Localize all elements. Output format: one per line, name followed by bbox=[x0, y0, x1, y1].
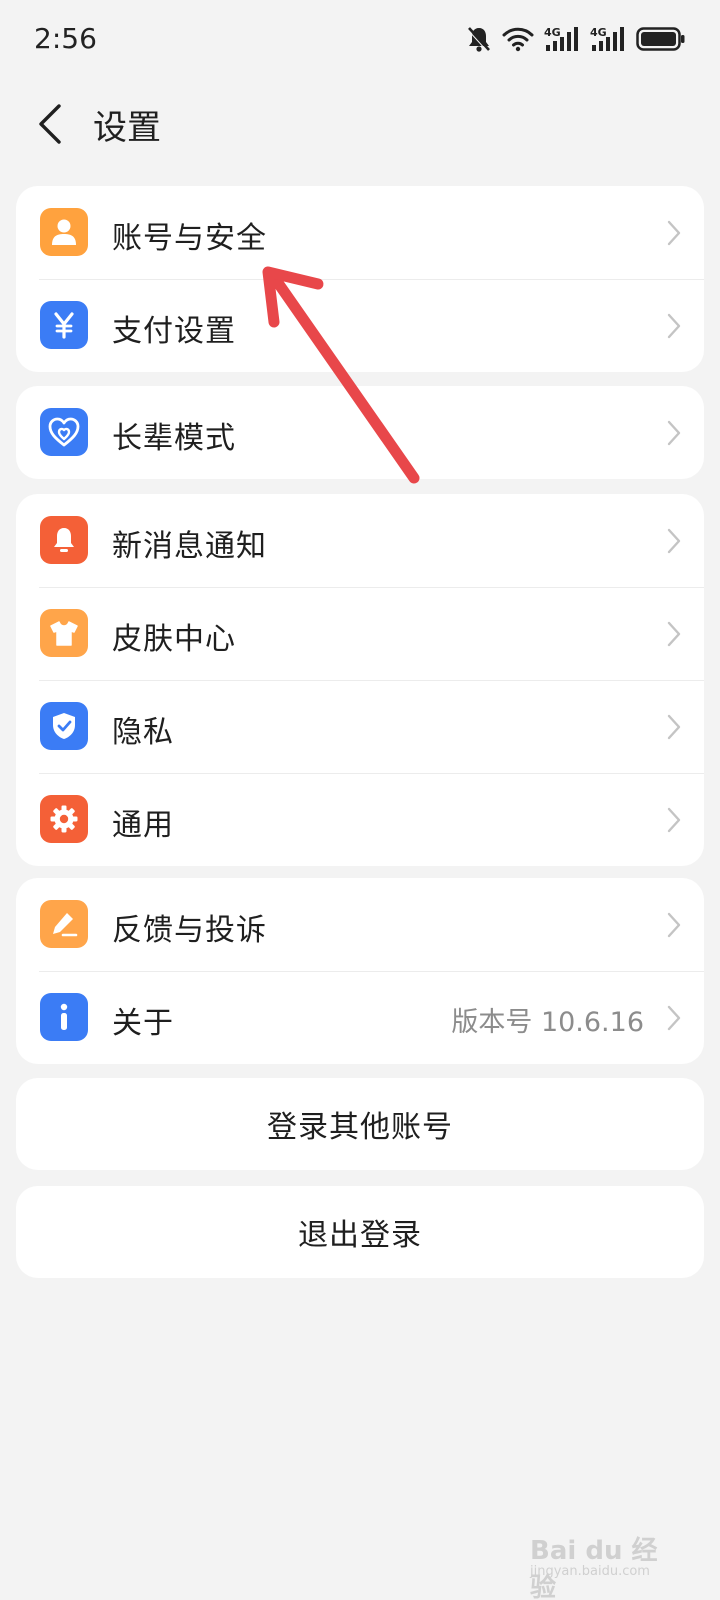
settings-item-label: 账号与安全 bbox=[112, 221, 267, 256]
settings-item-label: 关于 bbox=[112, 1006, 174, 1041]
settings-item-skin-center[interactable]: 皮肤中心 bbox=[16, 587, 704, 680]
watermark-logo: Bai du 经验 jingyan.baidu.com bbox=[530, 1520, 670, 1600]
settings-item-feedback[interactable]: 反馈与投诉 bbox=[16, 878, 704, 971]
settings-item-label: 反馈与投诉 bbox=[112, 913, 267, 948]
settings-item-payment[interactable]: 支付设置 bbox=[16, 279, 704, 372]
shirt-icon bbox=[40, 609, 88, 657]
chevron-right-icon bbox=[667, 528, 681, 554]
heart-icon bbox=[40, 408, 88, 456]
status-bar: 2:56 4G 4G bbox=[0, 0, 720, 78]
status-icons: 4G 4G bbox=[466, 24, 686, 54]
chevron-right-icon bbox=[667, 313, 681, 339]
settings-item-label: 新消息通知 bbox=[112, 529, 267, 564]
chevron-right-icon bbox=[667, 1005, 681, 1031]
settings-group-account: 账号与安全 支付设置 bbox=[16, 186, 704, 372]
gear-icon bbox=[40, 795, 88, 843]
user-icon bbox=[40, 208, 88, 256]
shield-icon bbox=[40, 702, 88, 750]
header: 设置 bbox=[0, 78, 720, 170]
wifi-icon bbox=[502, 27, 534, 52]
info-icon bbox=[40, 993, 88, 1041]
settings-group-about: 反馈与投诉 关于 版本号 10.6.16 bbox=[16, 878, 704, 1064]
chevron-right-icon bbox=[667, 714, 681, 740]
settings-item-label: 支付设置 bbox=[112, 314, 236, 349]
watermark-url: jingyan.baidu.com bbox=[530, 1564, 650, 1579]
settings-item-privacy[interactable]: 隐私 bbox=[16, 680, 704, 773]
page-title: 设置 bbox=[93, 108, 161, 148]
signal-4g-icon-1: 4G bbox=[544, 26, 578, 51]
chevron-right-icon bbox=[667, 912, 681, 938]
chevron-right-icon bbox=[667, 220, 681, 246]
settings-item-account-security[interactable]: 账号与安全 bbox=[16, 186, 704, 279]
settings-item-label: 通用 bbox=[112, 808, 174, 843]
switch-account-button[interactable]: 登录其他账号 bbox=[16, 1078, 704, 1170]
mute-notification-icon bbox=[466, 27, 490, 52]
settings-item-elder-mode[interactable]: 长辈模式 bbox=[16, 386, 704, 479]
back-button[interactable] bbox=[26, 96, 74, 152]
network-label-1: 4G bbox=[544, 26, 561, 39]
settings-item-about[interactable]: 关于 版本号 10.6.16 bbox=[16, 971, 704, 1064]
version-number: 版本号 10.6.16 bbox=[451, 1007, 644, 1038]
settings-item-label: 皮肤中心 bbox=[112, 622, 236, 657]
bell-icon bbox=[40, 516, 88, 564]
battery-icon bbox=[636, 27, 685, 51]
settings-item-notifications[interactable]: 新消息通知 bbox=[16, 494, 704, 587]
yuan-icon bbox=[40, 301, 88, 349]
settings-item-label: 长辈模式 bbox=[112, 421, 236, 456]
signal-4g-icon-2: 4G bbox=[590, 26, 624, 51]
settings-item-general[interactable]: 通用 bbox=[16, 773, 704, 866]
status-time: 2:56 bbox=[34, 22, 97, 55]
settings-group-elder: 长辈模式 bbox=[16, 386, 704, 479]
chevron-right-icon bbox=[667, 807, 681, 833]
chevron-right-icon bbox=[667, 420, 681, 446]
chevron-right-icon bbox=[667, 621, 681, 647]
settings-item-label: 隐私 bbox=[112, 715, 174, 750]
back-arrow-icon bbox=[39, 104, 61, 144]
logout-button[interactable]: 退出登录 bbox=[16, 1186, 704, 1278]
settings-group-general: 新消息通知 皮肤中心 隐私 通用 bbox=[16, 494, 704, 866]
pen-icon bbox=[40, 900, 88, 948]
svg-text:4G: 4G bbox=[590, 26, 607, 39]
